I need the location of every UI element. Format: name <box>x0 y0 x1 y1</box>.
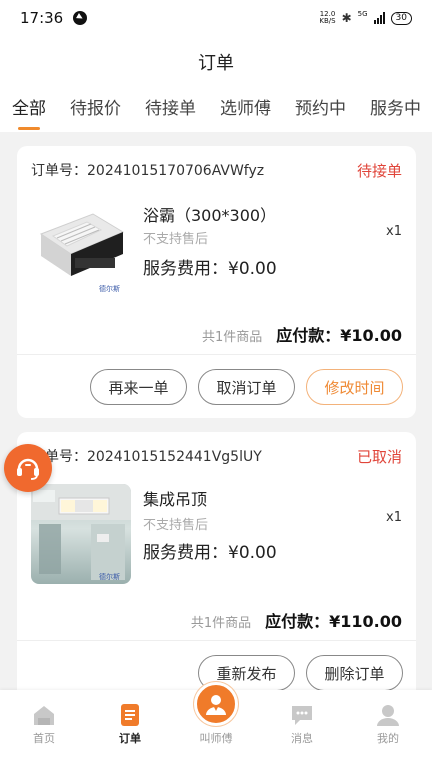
order-summary: 共1件商品 应付款：¥110.00 <box>191 608 402 632</box>
page-title: 订单 <box>198 53 234 74</box>
profile-icon <box>377 705 399 726</box>
navigation-app-icon <box>73 11 88 25</box>
order-card[interactable]: 订单号：20241015152441Vg5lUY 已取消 德尔斯 集成吊顶 不支… <box>17 432 416 712</box>
home-icon <box>34 706 54 725</box>
order-tabs: 全部 待报价 待接单 选师傅 预约中 服务中 <box>0 88 432 132</box>
header: 订单 <box>0 36 432 88</box>
order-icon <box>121 704 139 726</box>
service-fee: 服务费用：¥0.00 <box>143 543 277 563</box>
order-header: 订单号：20241015152441Vg5lUY 已取消 <box>31 446 402 467</box>
battery-icon: 30 <box>390 11 412 25</box>
cancel-order-button[interactable]: 取消订单 <box>198 369 295 405</box>
status-indicators: 12.0 KB/S ✱ 5G 30 <box>319 10 412 25</box>
order-number: 订单号：20241015152441Vg5lUY <box>31 449 262 465</box>
product-note: 不支持售后 <box>143 518 209 533</box>
call-worker-button[interactable] <box>194 682 238 726</box>
status-bar: 17:36 12.0 KB/S ✱ 5G 30 <box>0 0 432 36</box>
product-quantity: x1 <box>386 510 402 525</box>
status-time: 17:36 <box>20 9 64 27</box>
product-quantity: x1 <box>386 224 402 239</box>
customer-service-button[interactable] <box>4 444 52 492</box>
message-icon <box>292 706 312 725</box>
tab-pending-accept[interactable]: 待接单 <box>145 88 196 132</box>
payable-amount: 应付款：¥10.00 <box>276 326 402 345</box>
product-name: 集成吊顶 <box>143 490 208 509</box>
service-fee: 服务费用：¥0.00 <box>143 259 277 279</box>
tab-booking[interactable]: 预约中 <box>295 88 346 132</box>
product-image-ceiling[interactable]: 德尔斯 <box>31 484 131 584</box>
nav-orders[interactable]: 订单 <box>94 690 166 768</box>
product-brand-label: 德尔斯 <box>99 285 120 293</box>
order-status: 已取消 <box>356 448 402 466</box>
item-count: 共1件商品 <box>201 330 263 345</box>
order-card[interactable]: 订单号：20241015170706AVWfyz 待接单 德尔斯 浴霸（300*… <box>17 146 416 418</box>
nav-profile[interactable]: 我的 <box>352 690 424 768</box>
item-count: 共1件商品 <box>190 616 252 631</box>
product-note: 不支持售后 <box>143 232 209 247</box>
delete-order-button[interactable]: 删除订单 <box>306 655 403 691</box>
tab-choose-worker[interactable]: 选师傅 <box>220 88 271 132</box>
payable-amount: 应付款：¥110.00 <box>265 612 402 631</box>
signal-icon <box>373 12 385 24</box>
product-name: 浴霸（300*300） <box>143 206 277 225</box>
modify-time-button[interactable]: 修改时间 <box>306 369 403 405</box>
divider <box>17 354 416 355</box>
order-header: 订单号：20241015170706AVWfyz 待接单 <box>31 160 402 181</box>
reorder-button[interactable]: 再来一单 <box>90 369 187 405</box>
tab-in-service[interactable]: 服务中 <box>370 88 421 132</box>
order-status: 待接单 <box>356 162 402 180</box>
product-image-bath-heater[interactable]: 德尔斯 <box>31 196 131 296</box>
tab-pending-quote[interactable]: 待报价 <box>70 88 121 132</box>
network-type-label: 5G <box>357 10 368 18</box>
network-speed: 12.0 KB/S <box>319 10 336 25</box>
headset-icon <box>17 458 39 480</box>
divider <box>17 640 416 641</box>
product-brand-label: 德尔斯 <box>99 573 120 581</box>
nav-messages[interactable]: 消息 <box>266 690 338 768</box>
bluetooth-icon: ✱ <box>341 11 352 25</box>
nav-home[interactable]: 首页 <box>8 690 80 768</box>
order-summary: 共1件商品 应付款：¥10.00 <box>202 322 402 346</box>
worker-icon <box>206 695 226 715</box>
tab-all[interactable]: 全部 <box>12 88 46 132</box>
order-number: 订单号：20241015170706AVWfyz <box>31 163 265 179</box>
